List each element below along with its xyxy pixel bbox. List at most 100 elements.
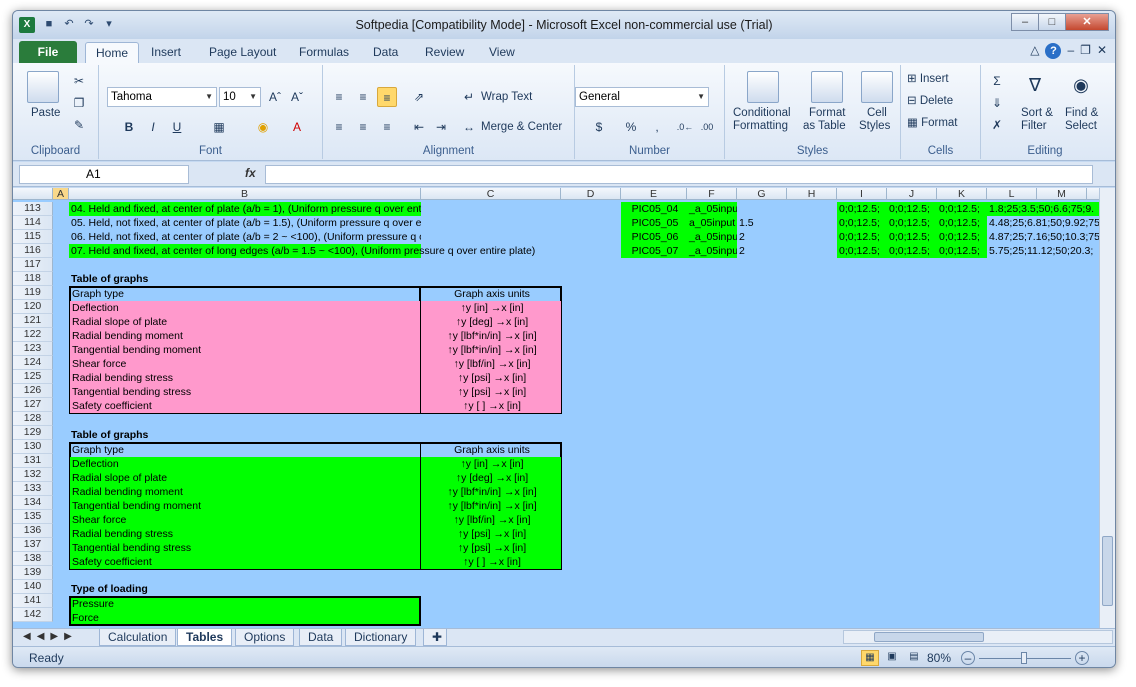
table1-type[interactable]: Radial bending moment (70, 329, 420, 343)
cell-l113[interactable]: 1.8;25;3.5;50;6.6;75;9. (987, 202, 1101, 216)
table1-units[interactable]: ↑y [lbf*in/in] →x [in] (421, 343, 561, 357)
column-header-c[interactable]: C (421, 188, 561, 200)
cell-k113[interactable]: 0;0;12.5; (937, 202, 987, 216)
cell-k116[interactable]: 0;0;12.5; (937, 244, 987, 258)
format-as-table-button[interactable]: Format (809, 107, 845, 119)
doc-restore-icon[interactable]: ❐ (1080, 43, 1091, 59)
insert-sheet-icon[interactable]: ✚ (423, 629, 447, 646)
table1-type[interactable]: Safety coefficient (70, 399, 420, 413)
tab-formulas[interactable]: Formulas (289, 42, 359, 63)
table1-type[interactable]: Tangential bending stress (70, 385, 420, 399)
font-name-dropdown[interactable]: Tahoma ▼ (107, 87, 217, 107)
increase-indent-icon[interactable]: ⇥ (431, 117, 451, 137)
zoom-out-button[interactable]: – (961, 651, 975, 665)
table2-type[interactable]: Radial bending stress (70, 527, 420, 541)
cell-k115[interactable]: 0;0;12.5; (937, 230, 987, 244)
wrap-text-button[interactable]: Wrap Text (481, 91, 532, 103)
find-select-icon[interactable]: ◉ (1071, 75, 1091, 95)
page-break-view-icon[interactable]: ▤ (905, 650, 923, 666)
insert-cells-button[interactable]: ⊞ Insert (907, 71, 949, 85)
clear-icon[interactable]: ✗ (987, 115, 1007, 135)
row-header[interactable]: 132 (13, 468, 53, 482)
orientation-icon[interactable]: ⇗ (409, 87, 429, 107)
cell-j115[interactable]: 0;0;12.5; (887, 230, 937, 244)
borders-icon[interactable]: ▦ (209, 117, 229, 137)
shrink-font-icon[interactable]: Aˇ (287, 87, 307, 107)
cell-i116[interactable]: 0;0;12.5; (837, 244, 887, 258)
cell-f113[interactable]: _a_05input (687, 202, 737, 216)
table1-type[interactable]: Radial slope of plate (70, 315, 420, 329)
sheet-tab-calculation[interactable]: Calculation (99, 629, 177, 646)
column-header-a[interactable]: A (53, 188, 69, 200)
delete-cells-button[interactable]: ⊟ Delete (907, 93, 953, 107)
row-header[interactable]: 137 (13, 538, 53, 552)
row-header[interactable]: 134 (13, 496, 53, 510)
row-header[interactable]: 126 (13, 384, 53, 398)
table1-type[interactable]: Tangential bending moment (70, 343, 420, 357)
find-select-button-line2[interactable]: Select (1065, 120, 1097, 132)
table1-header-type[interactable]: Graph type (70, 287, 420, 301)
row-header[interactable]: 129 (13, 426, 53, 440)
tab-view[interactable]: View (479, 42, 525, 63)
column-header-j[interactable]: J (887, 188, 937, 200)
column-header-i[interactable]: I (837, 188, 887, 200)
row-header[interactable]: 142 (13, 608, 53, 622)
page-layout-view-icon[interactable]: ▣ (883, 650, 901, 666)
table1-units[interactable]: ↑y [lbf*in/in] →x [in] (421, 329, 561, 343)
format-as-table-button-line2[interactable]: as Table (803, 120, 846, 132)
tab-page-layout[interactable]: Page Layout (199, 42, 286, 63)
cell-b113[interactable]: 04. Held and fixed, at center of plate (… (69, 202, 421, 216)
table1-type[interactable]: Radial bending stress (70, 371, 420, 385)
grow-font-icon[interactable]: Aˆ (265, 87, 285, 107)
cell-j114[interactable]: 0;0;12.5; (887, 216, 937, 230)
conditional-formatting-button-line2[interactable]: Formatting (733, 120, 788, 132)
cell-f116[interactable]: _a_05input (687, 244, 737, 258)
row-header[interactable]: 131 (13, 454, 53, 468)
row-header[interactable]: 114 (13, 216, 53, 230)
worksheet-grid[interactable]: A B C D E F G H I J K L M 113 114 115 11… (13, 188, 1115, 628)
column-header-e[interactable]: E (621, 188, 687, 200)
formula-input[interactable] (265, 165, 1093, 184)
row-header[interactable]: 127 (13, 398, 53, 412)
table2-units[interactable]: ↑y [lbf*in/in] →x [in] (421, 499, 561, 513)
column-header-l[interactable]: L (987, 188, 1037, 200)
normal-view-icon[interactable]: ▦ (861, 650, 879, 666)
row-header[interactable]: 128 (13, 412, 53, 426)
minimize-ribbon-icon[interactable]: △ (1030, 43, 1039, 59)
comma-button[interactable]: , (647, 117, 667, 137)
align-middle-icon[interactable]: ≡ (353, 87, 373, 107)
cut-icon[interactable]: ✂ (69, 71, 89, 91)
align-left-icon[interactable]: ≡ (329, 117, 349, 137)
row-header[interactable]: 118 (13, 272, 53, 286)
row-header[interactable]: 135 (13, 510, 53, 524)
cell-b114[interactable]: 05. Held, not fixed, at center of plate … (69, 216, 421, 230)
cell-e115[interactable]: PIC05_06 (621, 230, 687, 244)
table1-title[interactable]: Table of graphs (69, 272, 269, 286)
font-color-icon[interactable]: A (287, 117, 307, 137)
table2-units[interactable]: ↑y [ ] →x [in] (421, 555, 561, 569)
column-header-d[interactable]: D (561, 188, 621, 200)
cell-l115[interactable]: 4.87;25;7.16;50;10.3;75 (987, 230, 1101, 244)
loading-title[interactable]: Type of loading (69, 582, 269, 596)
cell-g116[interactable]: 2 (737, 244, 787, 258)
cell-styles-button[interactable]: Cell (867, 107, 887, 119)
cell-styles-icon[interactable] (861, 71, 893, 103)
cell-b116[interactable]: 07. Held and fixed, at center of long ed… (69, 244, 535, 258)
cell-j113[interactable]: 0;0;12.5; (887, 202, 937, 216)
table1-units[interactable]: ↑y [lbf/in] →x [in] (421, 357, 561, 371)
cell-styles-button-line2[interactable]: Styles (859, 120, 890, 132)
name-box[interactable]: A1 (19, 165, 189, 184)
cell-e113[interactable]: PIC05_04 (621, 202, 687, 216)
table2-type[interactable]: Shear force (70, 513, 420, 527)
table1-header-units[interactable]: Graph axis units (421, 287, 561, 301)
column-header-g[interactable]: G (737, 188, 787, 200)
cell-e116[interactable]: PIC05_07 (621, 244, 687, 258)
table2-title[interactable]: Table of graphs (69, 428, 269, 442)
format-painter-icon[interactable]: ✎ (69, 115, 89, 135)
table2-type[interactable]: Radial slope of plate (70, 471, 420, 485)
cell-l114[interactable]: 4.48;25;6.81;50;9.92;75 (987, 216, 1101, 230)
cell-l116[interactable]: 5.75;25;11.12;50;20.3; (987, 244, 1101, 258)
cell-i113[interactable]: 0;0;12.5; (837, 202, 887, 216)
merge-center-icon[interactable]: ↔ (459, 117, 479, 137)
find-select-button[interactable]: Find & (1065, 107, 1098, 119)
